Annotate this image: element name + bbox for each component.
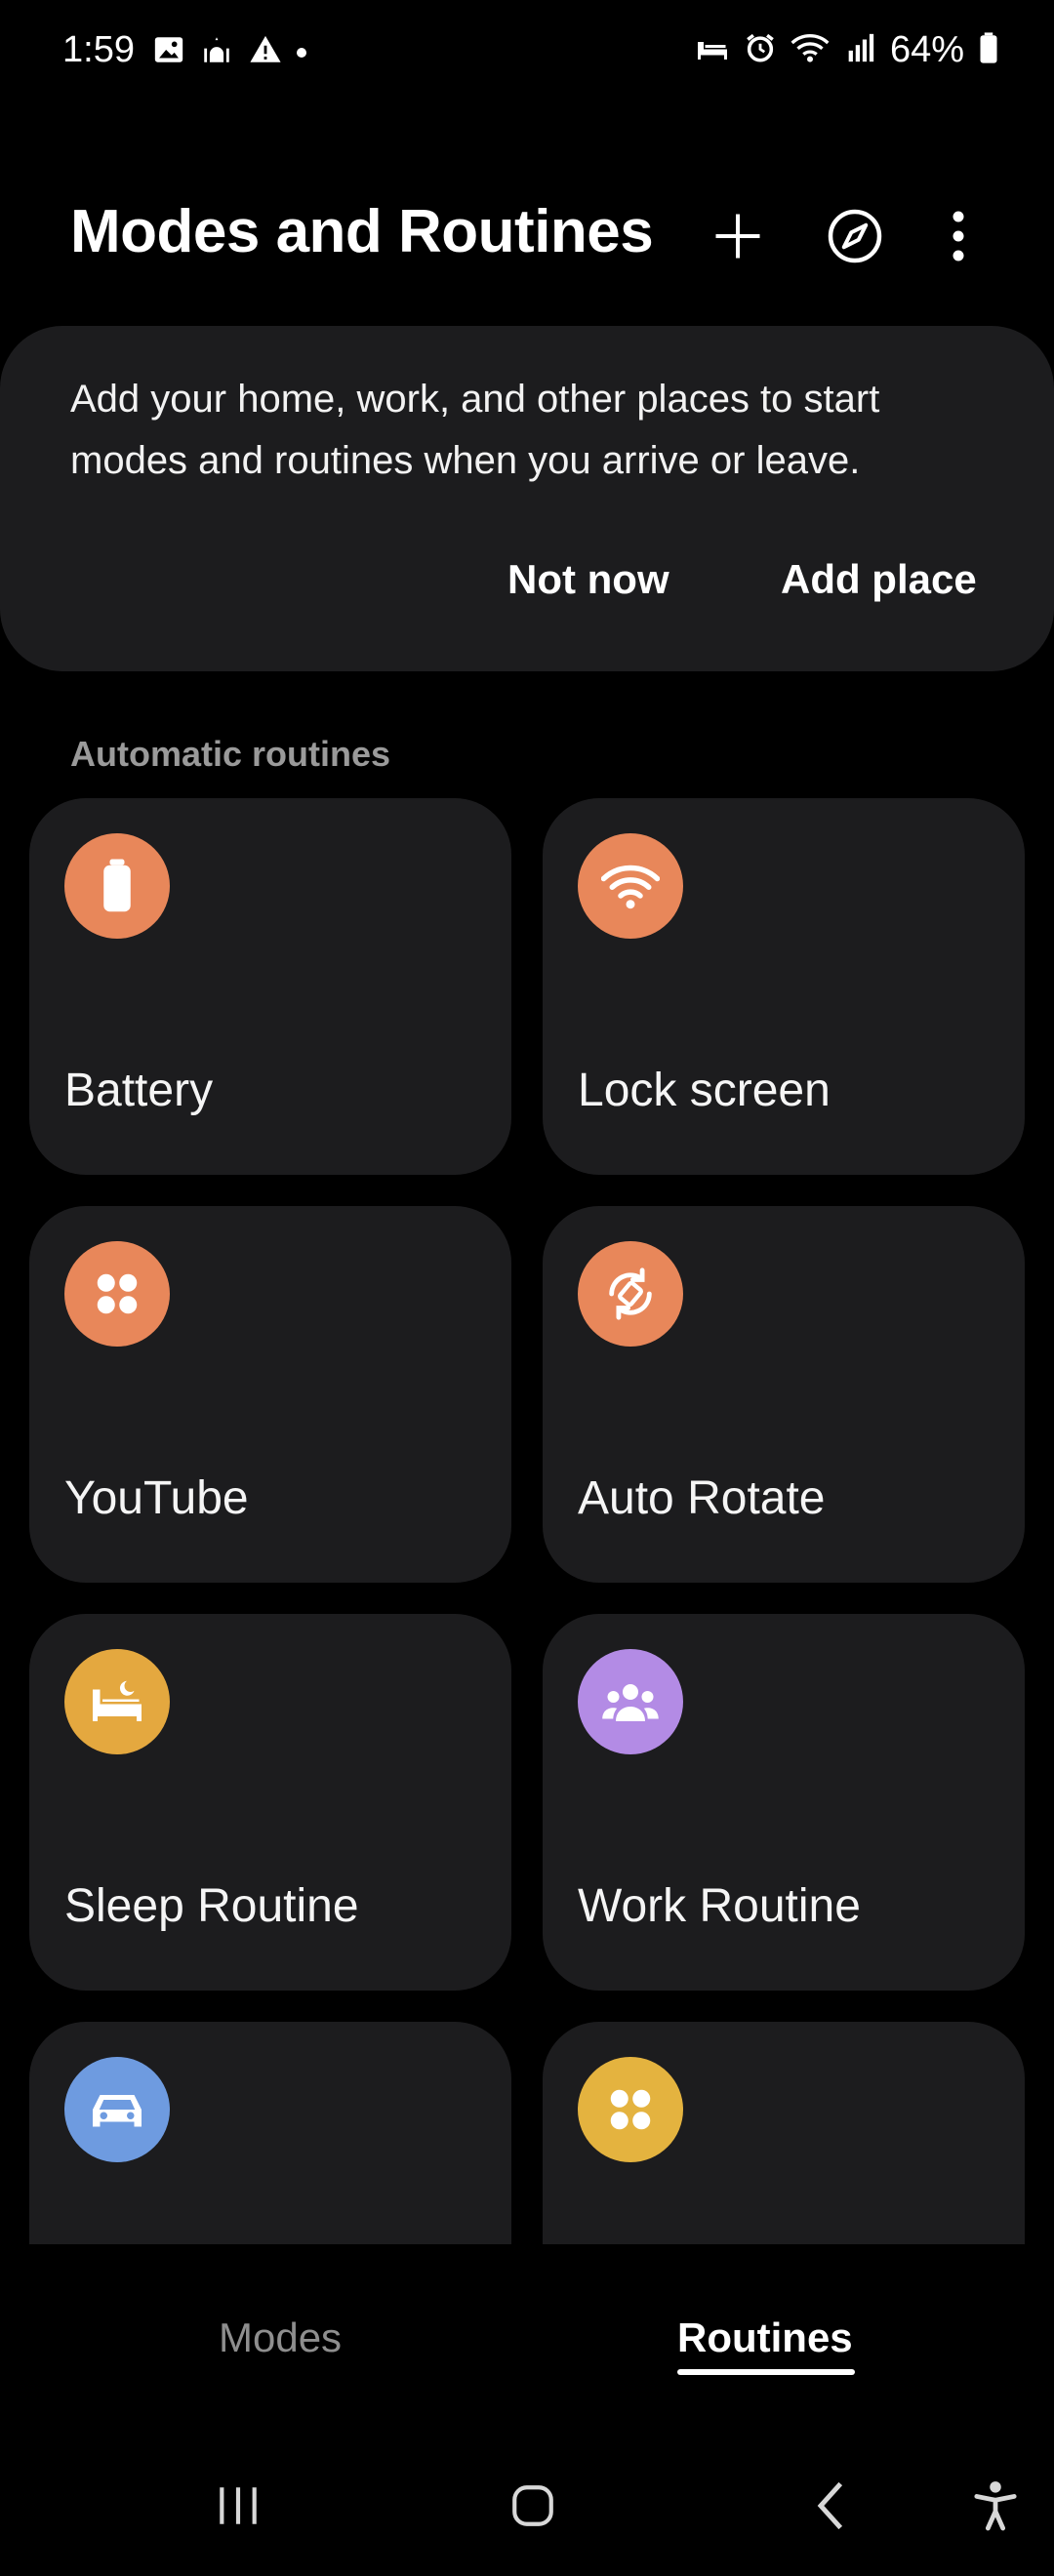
warning-icon xyxy=(248,33,283,71)
wifi-icon xyxy=(790,31,830,69)
alarm-icon xyxy=(744,31,777,69)
home-icon xyxy=(508,2481,557,2535)
recent-apps-icon xyxy=(214,2483,263,2533)
status-left-icons xyxy=(152,33,306,71)
battery-icon xyxy=(978,31,999,69)
add-icon xyxy=(709,207,767,270)
group-icon xyxy=(578,1649,683,1754)
status-bar: 1:59 64% xyxy=(0,0,1054,115)
discover-button[interactable] xyxy=(808,191,902,285)
apps-icon xyxy=(578,2057,683,2162)
bed-icon xyxy=(64,1649,170,1754)
routine-label: Lock screen xyxy=(578,1065,831,1116)
active-tab-indicator xyxy=(677,2369,855,2375)
routine-label: Auto Rotate xyxy=(578,1472,826,1524)
accessibility-button[interactable] xyxy=(937,2469,1054,2547)
recent-apps-button[interactable] xyxy=(180,2469,297,2547)
add-routine-button[interactable] xyxy=(691,191,785,285)
back-button[interactable] xyxy=(771,2469,888,2547)
routine-card-lock-screen[interactable]: Lock screen xyxy=(543,798,1025,1175)
routine-card-sleep-routine[interactable]: Sleep Routine xyxy=(29,1614,511,1991)
image-icon xyxy=(152,33,185,71)
routine-card-battery[interactable]: Battery xyxy=(29,798,511,1175)
routine-card-apps[interactable] xyxy=(543,2022,1025,2244)
banner-message: Add your home, work, and other places to… xyxy=(70,378,880,482)
home-button[interactable] xyxy=(474,2469,591,2547)
more-options-icon xyxy=(949,207,968,270)
discover-icon xyxy=(826,207,884,270)
wifi-icon xyxy=(578,833,683,939)
tab-routines[interactable]: Routines xyxy=(677,2314,853,2361)
routine-card-driving[interactable] xyxy=(29,2022,511,2244)
status-right-icons: 64% xyxy=(695,29,999,71)
routine-label: Sleep Routine xyxy=(64,1880,359,1932)
routine-label: Work Routine xyxy=(578,1880,861,1932)
add-place-button[interactable]: Add place xyxy=(781,556,977,603)
accessibility-icon xyxy=(973,2479,1018,2537)
routine-card-auto-rotate[interactable]: Auto Rotate xyxy=(543,1206,1025,1583)
apps-icon xyxy=(64,1241,170,1347)
signal-icon xyxy=(843,31,876,69)
car-icon xyxy=(64,2057,170,2162)
bottom-tab-bar xyxy=(0,2244,1054,2439)
section-label-automatic-routines: Automatic routines xyxy=(70,734,391,774)
routine-card-youtube[interactable]: YouTube xyxy=(29,1206,511,1583)
status-time: 1:59 xyxy=(62,29,135,70)
battery-percent: 64% xyxy=(889,29,964,70)
routine-label: YouTube xyxy=(64,1472,249,1524)
rotate-icon xyxy=(578,1241,683,1347)
dot-icon xyxy=(297,47,306,58)
routine-card-work-routine[interactable]: Work Routine xyxy=(543,1614,1025,1991)
routine-label: Battery xyxy=(64,1065,214,1116)
battery-icon xyxy=(64,833,170,939)
tab-modes[interactable]: Modes xyxy=(219,2314,342,2361)
not-now-button[interactable]: Not now xyxy=(507,556,669,603)
page-title: Modes and Routines xyxy=(70,198,654,265)
more-options-button[interactable] xyxy=(912,191,1005,285)
sleep-icon xyxy=(695,33,730,67)
mosque-icon xyxy=(199,33,234,71)
back-icon xyxy=(812,2479,847,2537)
